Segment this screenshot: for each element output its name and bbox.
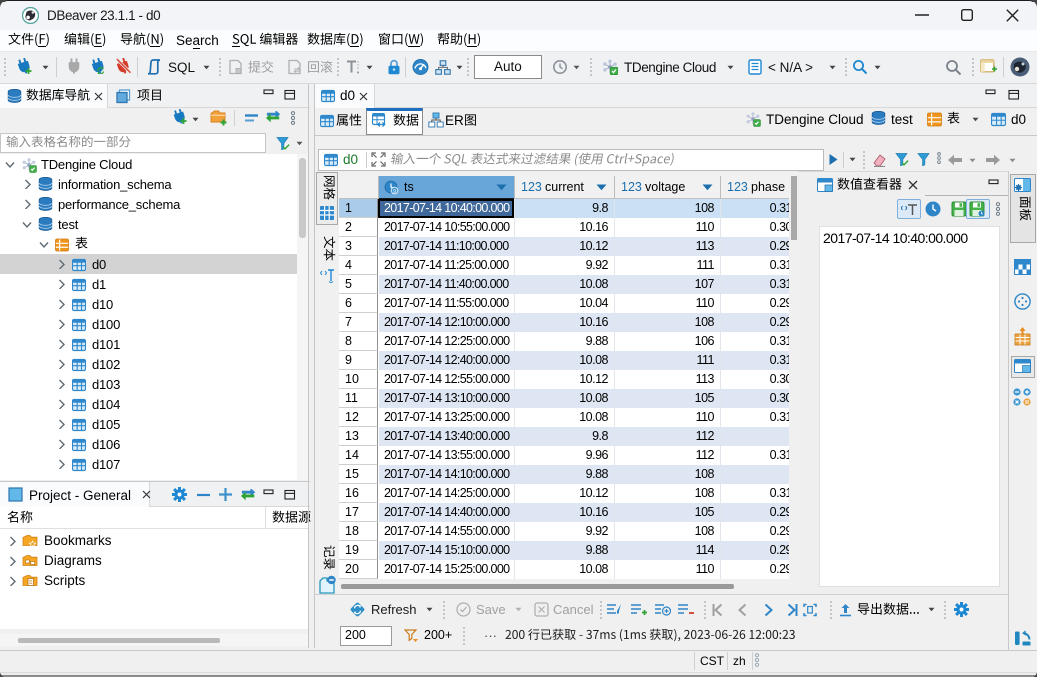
svg-text:9: 9 — [393, 189, 396, 195]
